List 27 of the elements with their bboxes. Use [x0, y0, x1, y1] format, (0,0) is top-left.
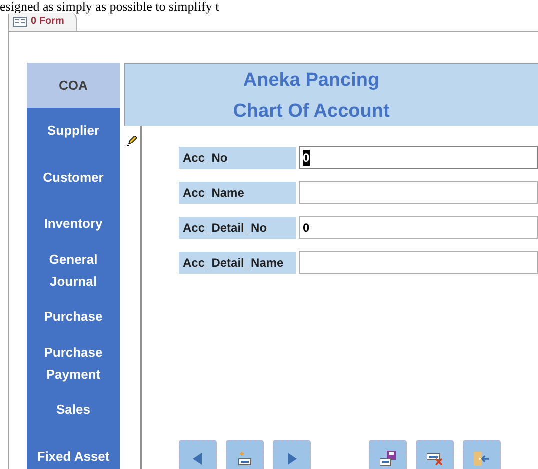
field-label: Acc_Detail_Name — [179, 252, 296, 274]
input-field[interactable] — [299, 251, 538, 274]
next-button[interactable] — [273, 440, 311, 469]
field-label: Acc_No — [179, 146, 296, 168]
exit-button[interactable] — [463, 440, 501, 469]
form-title: Chart Of Account — [233, 100, 391, 124]
save-button[interactable] — [369, 440, 407, 469]
company-title: Aneka Pancing — [243, 68, 381, 92]
field-label: Acc_Detail_No — [179, 216, 296, 238]
input-field[interactable]: 0 — [299, 216, 538, 239]
form-icon — [13, 17, 27, 27]
left-arrow-icon — [193, 452, 203, 464]
form-tab[interactable]: 0 Form — [9, 13, 78, 31]
save-icon — [380, 450, 396, 466]
document-text: esigned as simply as possible to simplify t — [0, 0, 220, 14]
right-arrow-icon — [287, 452, 297, 464]
delete-button[interactable] — [416, 440, 454, 469]
input-field[interactable] — [299, 181, 538, 204]
sidebar-item[interactable]: COA — [27, 63, 120, 108]
pencil-icon — [127, 136, 137, 146]
input-field[interactable]: 0 — [299, 146, 538, 169]
new-record-icon — [238, 452, 252, 466]
door-exit-icon — [474, 450, 490, 466]
previous-button[interactable] — [179, 440, 217, 469]
field-label: Acc_Name — [179, 182, 296, 204]
delete-record-icon — [427, 452, 443, 466]
new-button[interactable] — [226, 440, 264, 469]
